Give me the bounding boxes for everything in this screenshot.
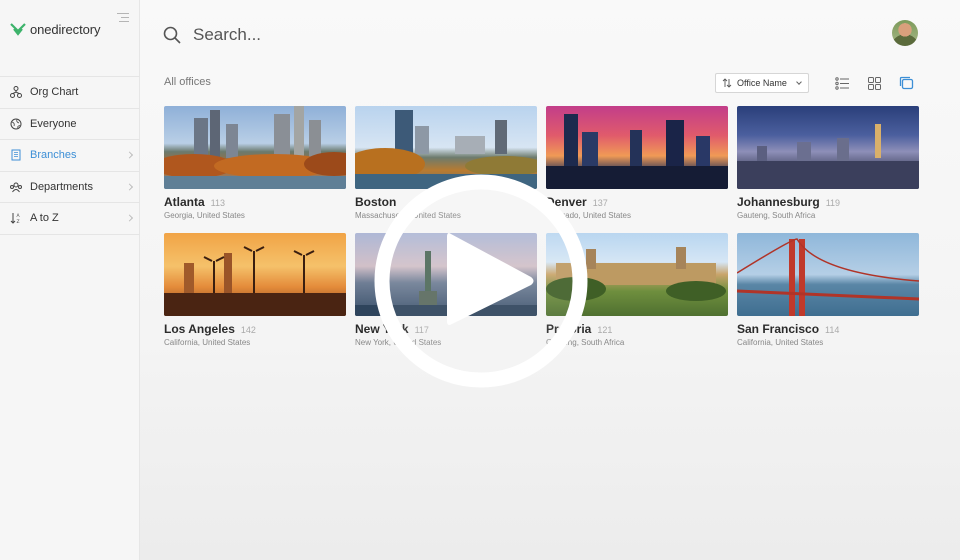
office-card-san-francisco[interactable]: San Francisco 114 California, United Stat… (737, 233, 919, 347)
sidebar-item-branches[interactable]: Branches (0, 140, 140, 172)
office-card-johannesburg[interactable]: Johannesburg 119 Gauteng, South Africa (737, 106, 919, 220)
menu-toggle-icon[interactable] (117, 13, 129, 23)
sort-icon (722, 78, 732, 88)
office-name: San Francisco (737, 322, 820, 336)
employee-count: 142 (240, 325, 256, 335)
search-icon[interactable] (163, 26, 181, 44)
avatar[interactable] (892, 20, 918, 46)
city-photo (737, 106, 919, 189)
card-view-icon[interactable] (899, 76, 914, 91)
city-photo (164, 106, 346, 189)
departments-icon (10, 181, 22, 193)
sidebar-item-org-chart[interactable]: Org Chart (0, 77, 140, 109)
city-photo (164, 233, 346, 316)
employee-count: 113 (210, 198, 226, 208)
chevron-right-icon (125, 214, 134, 222)
logo-text: onedirectory (30, 21, 101, 37)
sort-az-icon: AZ (10, 212, 22, 224)
logo-icon (10, 23, 26, 36)
svg-text:Z: Z (17, 219, 20, 224)
sidebar-item-label: Org Chart (30, 86, 79, 99)
office-location: Gauteng, South Africa (737, 211, 816, 220)
sidebar-item-everyone[interactable]: Everyone (0, 109, 140, 140)
employee-count: 121 (597, 325, 613, 335)
sidebar-item-label: A to Z (30, 212, 59, 225)
sidebar: onedirectory Org Chart Everyone Branches (0, 0, 140, 560)
sidebar-item-label: Everyone (30, 117, 77, 130)
employee-count: 114 (825, 325, 840, 335)
office-card-atlanta[interactable]: Atlanta 113 Georgia, United States (164, 106, 346, 220)
sidebar-nav: Org Chart Everyone Branches Departments … (0, 76, 140, 235)
office-name: Atlanta (164, 195, 205, 209)
office-name: Los Angeles (164, 322, 235, 336)
grid-view-icon[interactable] (867, 76, 882, 91)
svg-text:A: A (17, 213, 21, 219)
list-view-icon[interactable] (835, 76, 850, 91)
sidebar-item-label: Branches (30, 149, 77, 162)
sort-label: Office Name (737, 78, 787, 88)
office-location: California, United States (737, 338, 824, 347)
app-logo[interactable]: onedirectory (10, 20, 100, 38)
chevron-right-icon (125, 183, 134, 191)
chevron-right-icon (125, 151, 134, 159)
section-title: All offices (164, 76, 211, 88)
sidebar-item-departments[interactable]: Departments (0, 172, 140, 203)
search-input[interactable] (193, 22, 693, 48)
chevron-down-icon (796, 78, 802, 85)
sidebar-item-label: Departments (30, 180, 93, 193)
city-photo (737, 233, 919, 316)
building-icon (10, 149, 22, 161)
office-location: California, United States (164, 338, 251, 347)
globe-icon (10, 118, 22, 130)
office-card-los-angeles[interactable]: Los Angeles 142 California, United States (164, 233, 346, 347)
employee-count: 137 (592, 198, 608, 208)
org-chart-icon (10, 86, 22, 99)
office-location: Georgia, United States (164, 211, 245, 220)
sidebar-item-a-to-z[interactable]: AZ A to Z (0, 203, 140, 235)
employee-count: 119 (825, 198, 841, 208)
sort-dropdown[interactable]: Office Name (715, 73, 809, 93)
play-video-icon[interactable] (371, 171, 591, 391)
office-name: Johannesburg (737, 195, 820, 209)
